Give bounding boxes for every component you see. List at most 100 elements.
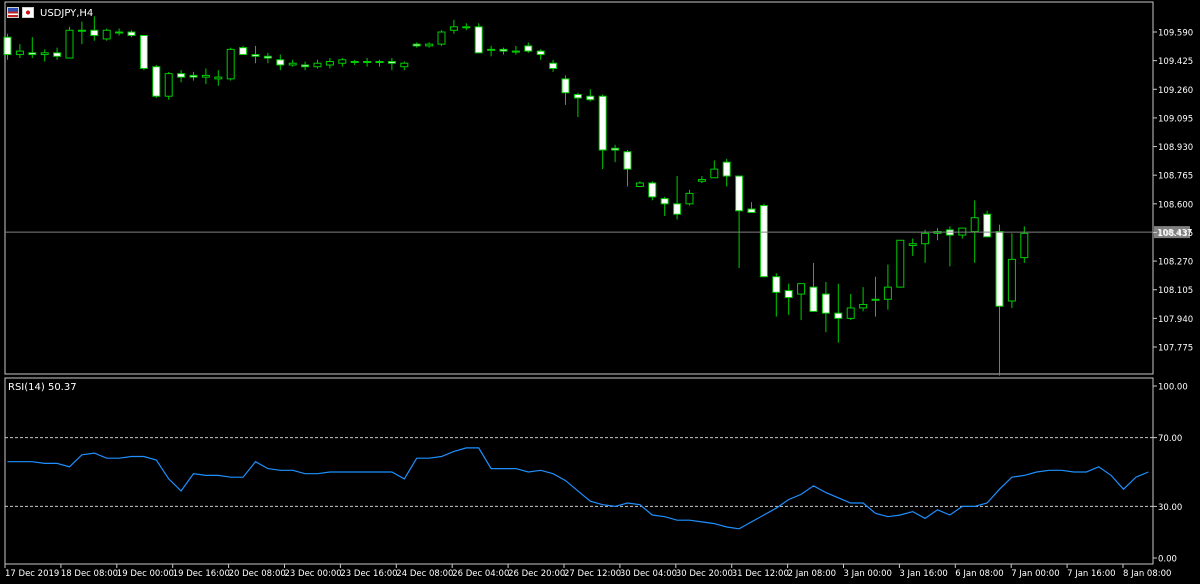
time-tick-label: 3 Jan 16:00 — [899, 569, 947, 579]
candle — [474, 23, 483, 54]
candle — [499, 47, 508, 55]
candle-body — [1007, 258, 1016, 302]
time-tick-label: 6 Jan 08:00 — [955, 569, 1003, 579]
price-tick-label: 108.765 — [1158, 172, 1193, 182]
candle-body — [821, 293, 830, 314]
price-tick-label: 109.095 — [1158, 114, 1193, 124]
candle — [995, 224, 1004, 376]
candle — [970, 200, 979, 263]
time-tick-label: 24 Dec 08:00 — [396, 569, 453, 579]
candle — [834, 283, 843, 343]
candle — [524, 42, 533, 53]
candle — [759, 203, 768, 278]
candle-body — [834, 312, 843, 319]
candle-body — [400, 62, 409, 68]
candle-body — [115, 31, 124, 34]
candle-body — [462, 26, 471, 29]
candle-body — [239, 47, 248, 56]
candle — [412, 42, 421, 48]
candle — [859, 287, 868, 312]
candle — [896, 239, 905, 288]
candle-body — [611, 147, 620, 151]
candle-body — [660, 198, 669, 205]
price-tick-label: 109.590 — [1158, 29, 1193, 39]
candle-body — [425, 43, 434, 47]
candle — [660, 196, 669, 216]
candle-body — [747, 208, 756, 213]
candle-body — [623, 151, 632, 170]
candle — [549, 59, 558, 72]
candle-body — [772, 276, 781, 293]
time-tick-label: 2 Jan 08:00 — [788, 569, 836, 579]
time-tick-label: 30 Dec 04:00 — [620, 569, 677, 579]
candle-body — [797, 283, 806, 295]
candle-body — [152, 66, 161, 97]
time-tick-label: 31 Dec 12:00 — [732, 569, 789, 579]
candle-body — [301, 64, 310, 68]
candle — [77, 21, 86, 45]
candle — [363, 58, 372, 67]
candle-body — [648, 182, 657, 198]
candle-body — [3, 36, 12, 56]
candle — [387, 58, 396, 71]
candle — [921, 229, 930, 263]
candle-body — [201, 74, 210, 78]
candle — [263, 52, 272, 64]
candle — [449, 19, 458, 34]
candle-body — [958, 227, 967, 236]
rsi-title: RSI(14) 50.37 — [8, 382, 77, 393]
candle-body — [139, 34, 148, 69]
candle-body — [449, 26, 458, 31]
price-tick-label: 108.930 — [1158, 143, 1193, 153]
candle — [189, 71, 198, 81]
time-tick-label: 26 Dec 04:00 — [452, 569, 509, 579]
time-tick-label: 30 Dec 20:00 — [676, 569, 733, 579]
time-tick-label: 27 Dec 12:00 — [564, 569, 621, 579]
candle — [797, 283, 806, 321]
candle — [846, 294, 855, 321]
candle — [573, 92, 582, 118]
candle-body — [685, 192, 694, 205]
candle — [239, 45, 248, 56]
candle-body — [412, 43, 421, 47]
candle — [214, 70, 223, 86]
candle-body — [214, 76, 223, 80]
candle-body — [871, 298, 880, 301]
price-tick-label: 108.270 — [1158, 258, 1193, 268]
rsi-tick-label: 100.00 — [1158, 383, 1188, 393]
candle — [586, 89, 595, 102]
candle-body — [437, 31, 446, 45]
candle — [623, 150, 632, 187]
candle — [53, 47, 62, 60]
candle-body — [722, 161, 731, 177]
candle — [28, 37, 37, 59]
candle — [648, 181, 657, 201]
chart-canvas: 108.437 109.590109.425109.260109.095108.… — [3, 1, 1193, 579]
flag-jpy-icon — [22, 7, 34, 18]
candle — [65, 26, 74, 59]
candle-body — [859, 303, 868, 309]
candle — [697, 176, 706, 183]
candle-body — [226, 48, 235, 80]
candle-body — [127, 31, 136, 36]
candle — [673, 176, 682, 220]
candle — [983, 210, 992, 238]
candle — [685, 189, 694, 206]
candle-body — [350, 61, 359, 64]
candle — [40, 49, 49, 62]
candle-body — [549, 62, 558, 69]
candle — [164, 71, 173, 100]
candle-body — [28, 52, 37, 56]
candle-body — [673, 203, 682, 215]
candle-body — [511, 50, 520, 53]
flag-usd-icon — [7, 7, 19, 18]
candle — [288, 59, 297, 67]
candle — [821, 281, 830, 333]
candle-body — [536, 50, 545, 56]
candle-body — [474, 26, 483, 54]
candle-body — [846, 307, 855, 319]
time-tick-label: 7 Jan 16:00 — [1067, 569, 1115, 579]
candle — [276, 54, 285, 71]
candle — [772, 273, 781, 317]
candle — [325, 58, 334, 69]
